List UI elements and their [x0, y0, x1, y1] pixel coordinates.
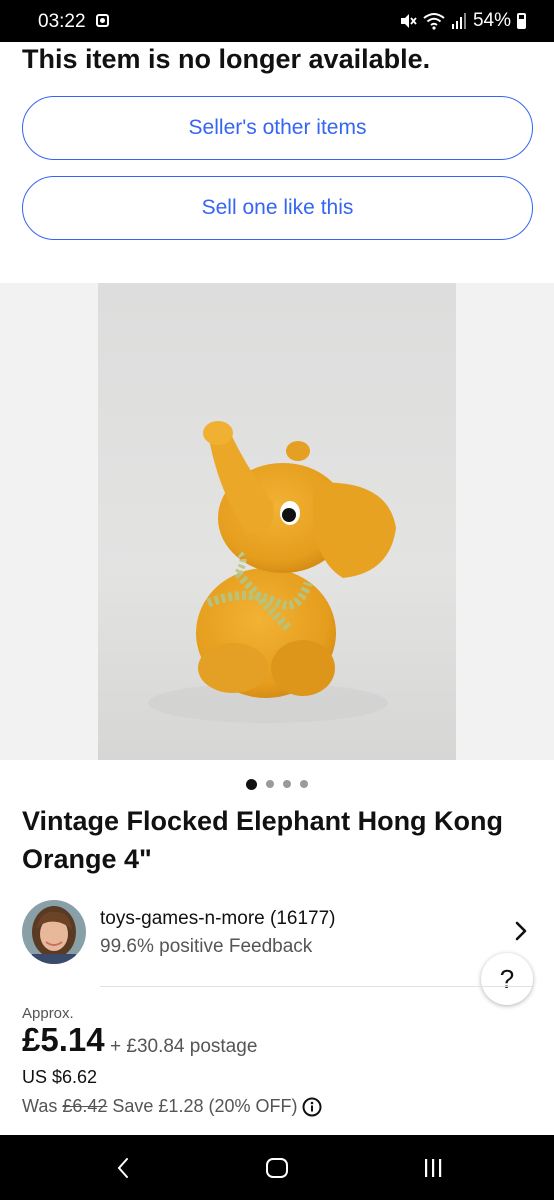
image-gallery[interactable] [0, 283, 554, 760]
status-icons: 54% [399, 10, 526, 32]
postage-cost: + £30.84 postage [110, 1036, 258, 1057]
back-icon[interactable] [98, 1135, 148, 1200]
usd-price: US $6.62 [22, 1067, 98, 1087]
price: £5.14 [22, 1021, 105, 1058]
seller-other-items-button[interactable]: Seller's other items [22, 96, 533, 160]
info-icon[interactable] [302, 1097, 322, 1117]
system-nav-bar [0, 1135, 554, 1200]
wifi-icon [423, 13, 445, 30]
was-price: £6.42 [62, 1096, 108, 1116]
seller-name[interactable]: toys-games-n-more (16177) [100, 908, 335, 930]
status-bar: 03:22 54% [0, 0, 554, 42]
savings-text: Save £1.28 (20% OFF) [112, 1096, 298, 1116]
divider [100, 986, 534, 987]
pager-dot[interactable] [266, 780, 274, 788]
battery-icon [517, 13, 526, 29]
status-time: 03:22 [38, 11, 86, 32]
pager-dot[interactable] [283, 780, 291, 788]
product-photo[interactable] [98, 283, 456, 760]
gallery-pager [0, 778, 554, 790]
pager-dot-active[interactable] [246, 778, 257, 790]
pager-dot[interactable] [300, 780, 308, 788]
mute-icon [400, 14, 417, 28]
help-button[interactable]: ? [481, 953, 533, 1005]
notification-icon [96, 14, 109, 27]
listing-title: Vintage Flocked Elephant Hong Kong Orang… [22, 806, 504, 874]
was-label: Was [22, 1096, 58, 1116]
signal-icon [451, 13, 466, 29]
unavailable-notice: This item is no longer available. [22, 44, 431, 74]
seller-info-row[interactable]: toys-games-n-more (16177) 99.6% positive… [22, 900, 542, 968]
recents-icon[interactable] [408, 1135, 458, 1200]
home-icon[interactable] [252, 1135, 302, 1200]
battery-percent: 54% [472, 10, 511, 31]
chevron-right-icon[interactable] [514, 920, 528, 942]
sell-one-like-this-button[interactable]: Sell one like this [22, 176, 533, 240]
approx-label: Approx. [22, 1005, 74, 1022]
seller-feedback: 99.6% positive Feedback [100, 936, 313, 957]
seller-avatar [22, 900, 86, 964]
elephant-figurine-image [98, 283, 456, 760]
was-price-line: Was £6.42 Save £1.28 (20% OFF) [22, 1096, 322, 1117]
